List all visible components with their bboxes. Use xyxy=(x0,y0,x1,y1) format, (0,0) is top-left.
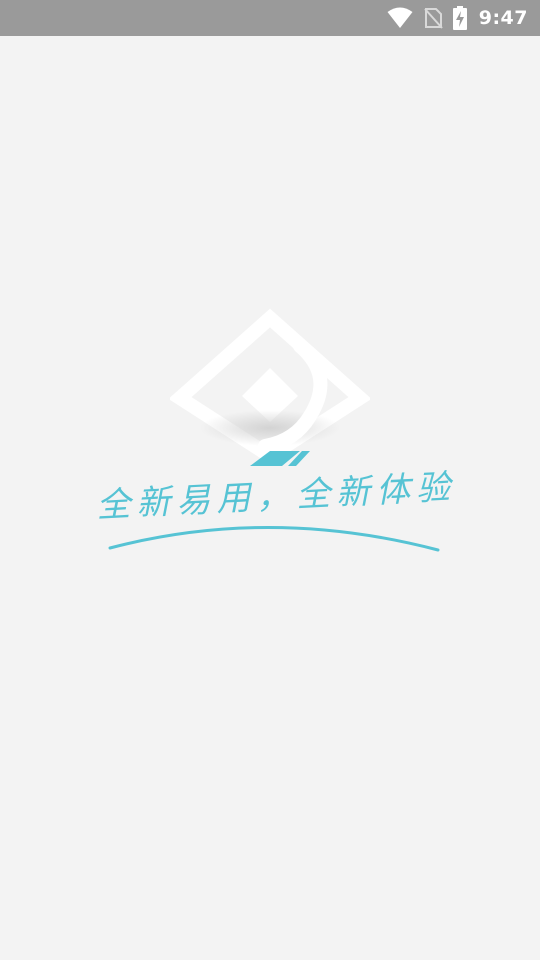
slogan-block: 全新易用，全新体验 xyxy=(90,467,457,566)
status-clock: 9:47 xyxy=(478,7,528,29)
wifi-icon xyxy=(387,7,413,29)
slogan-underline-arc xyxy=(108,526,440,552)
splash-screen: 全新易用，全新体验 xyxy=(0,36,540,960)
app-logo xyxy=(170,308,370,466)
status-bar: 9:47 xyxy=(0,0,540,36)
status-icons: 9:47 xyxy=(387,0,528,36)
battery-charging-icon xyxy=(452,6,467,30)
no-sim-icon xyxy=(423,7,443,29)
